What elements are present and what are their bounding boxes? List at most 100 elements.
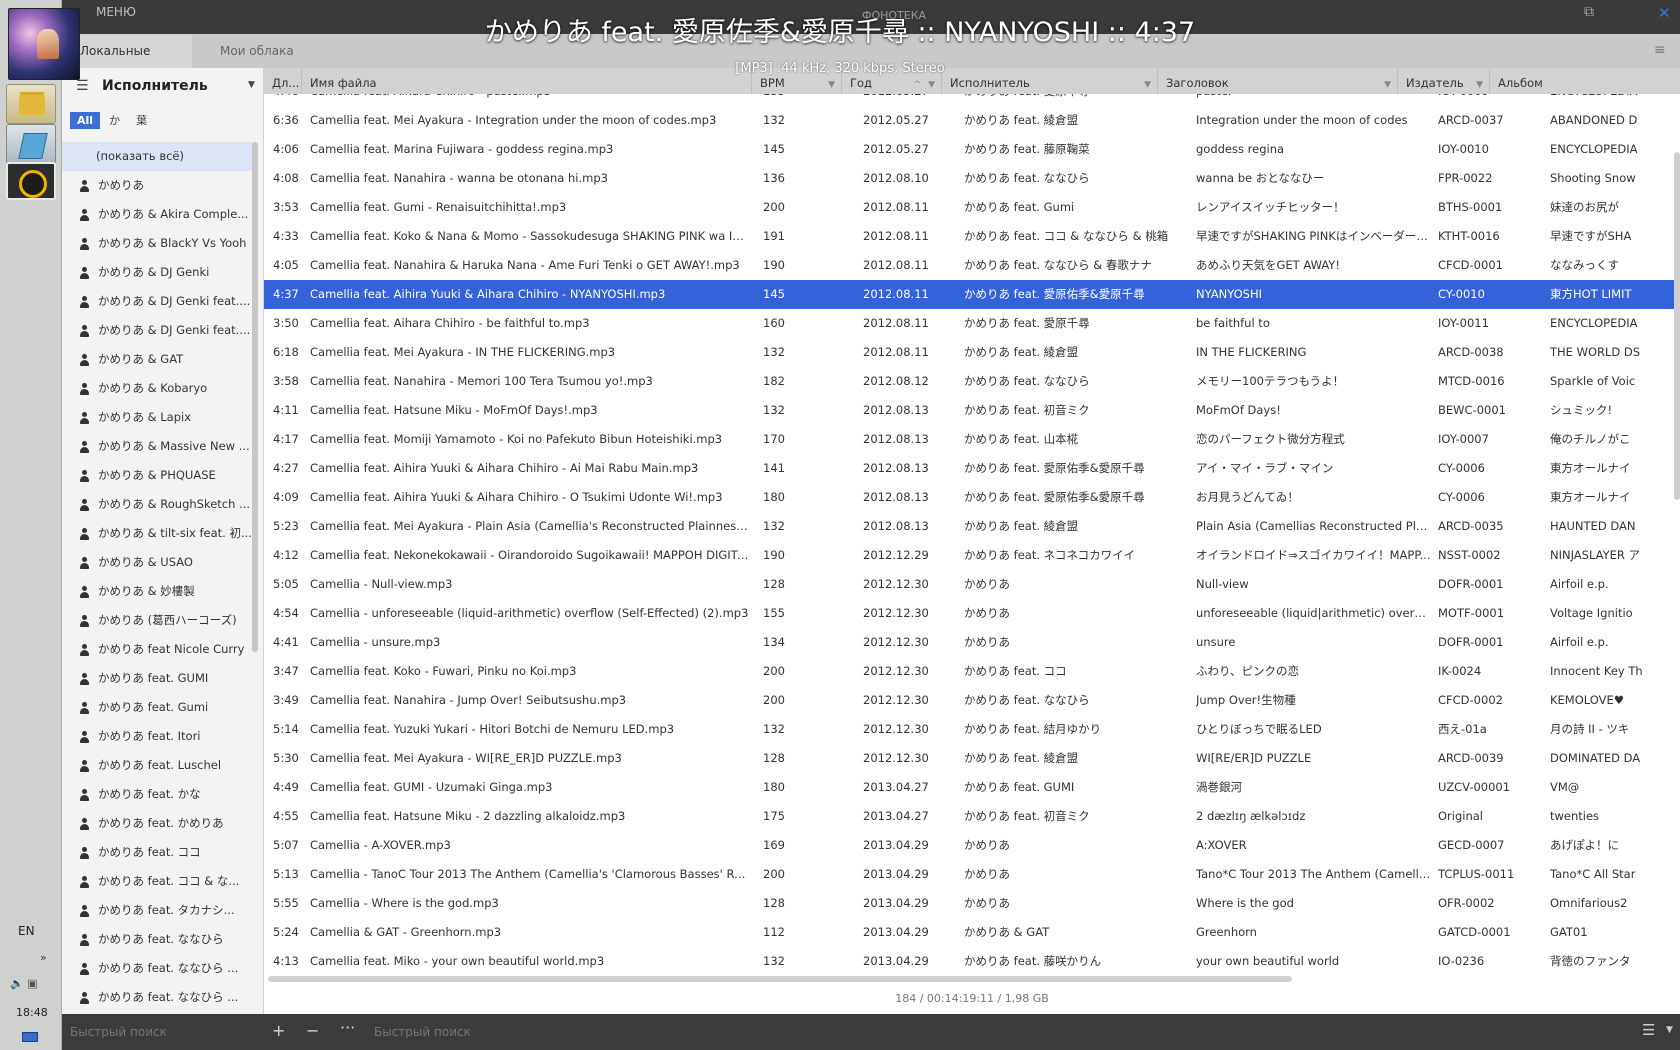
chevron-down-icon[interactable]: ▼	[248, 80, 255, 90]
table-row[interactable]: 3:47 Camellia feat. Koko - Fuwari, Pinku …	[264, 657, 1680, 686]
cell-album: Omnifarious2	[1550, 896, 1628, 910]
artist-item-show-all[interactable]: (показать всё)	[62, 142, 256, 171]
table-row[interactable]: 4:46Camellia feat. Aihara Chihiro - past…	[264, 94, 1680, 106]
group-menu-icon[interactable]: ☰	[76, 78, 89, 94]
artist-item[interactable]: かめりあ & GAT	[62, 345, 256, 374]
table-row[interactable]: 5:14 Camellia feat. Yuzuki Yukari - Hitor…	[264, 715, 1680, 744]
table-row[interactable]: 5:55 Camellia - Where is the god.mp3 128 20…	[264, 889, 1680, 918]
filter-ha[interactable]: 葉	[129, 112, 154, 129]
track-quick-search-input[interactable]	[374, 1022, 774, 1042]
cell-artist: かめりあ feat. 初音ミク	[964, 403, 1090, 417]
cell-artist: かめりあ feat. ななひら	[964, 171, 1090, 185]
table-row[interactable]: 4:41 Camellia - unsure.mp3 134 2012.12.30 かめ…	[264, 628, 1680, 657]
artist-item[interactable]: かめりあ feat. タカナシ...	[62, 896, 256, 925]
view-menu-icon[interactable]: ☰	[1642, 1021, 1655, 1039]
artist-item[interactable]: かめりあ (葛西ハーコーズ)	[62, 606, 256, 635]
table-row[interactable]: 5:13 Camellia - TanoC Tour 2013 The Anthe…	[264, 860, 1680, 889]
artist-item-label: かめりあ & USAO	[98, 555, 193, 569]
cell-bpm: 160	[763, 316, 785, 330]
cell-year: 2012.08.11	[863, 258, 929, 272]
table-row[interactable]: 4:13 Camellia feat. Miko - your own beaut…	[264, 947, 1680, 970]
table-row[interactable]: 5:30 Camellia feat. Mei Ayakura - WI[RE_E…	[264, 744, 1680, 773]
aimp-player-icon[interactable]	[6, 162, 56, 200]
artist-item[interactable]: かめりあ & Akira Comple...	[62, 200, 256, 229]
table-row[interactable]: 3:58 Camellia feat. Nanahira - Memori 100…	[264, 367, 1680, 396]
cell-year: 2012.08.13	[863, 461, 929, 475]
artist-item[interactable]: かめりあ & tilt-six feat. 初...	[62, 519, 256, 548]
table-row[interactable]: 4:11 Camellia feat. Hatsune Miku - MoFmOf…	[264, 396, 1680, 425]
artist-item[interactable]: かめりあ & BlackY Vs Yooh	[62, 229, 256, 258]
cell-bpm: 145	[763, 287, 785, 301]
artist-item[interactable]: かめりあ & Kobaryo	[62, 374, 256, 403]
artist-item[interactable]: かめりあ feat. ななひら ...	[62, 983, 256, 1012]
artist-item[interactable]: かめりあ & DJ Genki feat....	[62, 316, 256, 345]
artist-item[interactable]: かめりあ feat. ななひら	[62, 925, 256, 954]
file-manager-icon[interactable]	[6, 84, 56, 124]
cell-publisher: KTHT-0016	[1438, 229, 1500, 243]
table-row[interactable]: 5:05 Camellia - Null-view.mp3 128 2012.12.3…	[264, 570, 1680, 599]
filter-ka[interactable]: か	[102, 112, 127, 129]
table-row[interactable]: 4:12 Camellia feat. Nekonekokawaii - Oira…	[264, 541, 1680, 570]
cell-filename: Camellia feat. Aihira Yuuki & Aihara Chi…	[310, 287, 666, 301]
artist-item[interactable]: かめりあ & Massive New ...	[62, 432, 256, 461]
cell-title: unforeseeable (liquid|arithmetic) overfl…	[1196, 606, 1432, 620]
group-quick-search-input[interactable]	[70, 1022, 246, 1042]
artist-item[interactable]: かめりあ & DJ Genki	[62, 258, 256, 287]
table-row[interactable]: 4:33 Camellia feat. Koko & Nana & Momo - …	[264, 222, 1680, 251]
artist-item[interactable]: かめりあ & PHQUASE	[62, 461, 256, 490]
table-vertical-scrollbar[interactable]	[1674, 152, 1680, 500]
artist-item[interactable]: かめりあ & 妙樓製	[62, 577, 256, 606]
artist-item[interactable]: かめりあ & USAO	[62, 548, 256, 577]
artist-item[interactable]: かめりあ feat. Itori	[62, 722, 256, 751]
table-row[interactable]: 4:06 Camellia feat. Marina Fujiwara - god…	[264, 135, 1680, 164]
cell-publisher: ARCD-0038	[1438, 345, 1504, 359]
table-row[interactable]: 4:27 Camellia feat. Aihira Yuuki & Aihara…	[264, 454, 1680, 483]
notebook-app-icon[interactable]	[6, 124, 56, 164]
table-horizontal-scrollbar[interactable]	[268, 976, 1292, 982]
keyboard-language-indicator[interactable]: EN	[18, 924, 35, 938]
table-row[interactable]: 3:49 Camellia feat. Nanahira - Jump Over!…	[264, 686, 1680, 715]
table-row[interactable]: 5:23 Camellia feat. Mei Ayakura - Plain A…	[264, 512, 1680, 541]
artist-item[interactable]: かめりあ feat. ココ	[62, 838, 256, 867]
table-row[interactable]: 4:17 Camellia feat. Momiji Yamamoto - Koi…	[264, 425, 1680, 454]
more-options-button[interactable]: ···	[340, 1018, 355, 1037]
artist-item[interactable]: かめりあ feat. かな	[62, 780, 256, 809]
cell-artist: かめりあ feat. ココ	[964, 664, 1067, 678]
artist-item[interactable]: かめりあ & DJ Genki feat....	[62, 287, 256, 316]
tray-expand-chevron-icon[interactable]: »	[40, 951, 47, 964]
add-files-button[interactable]: +	[272, 1021, 285, 1040]
table-row[interactable]: 4:54 Camellia - unforeseeable (liquid-ari…	[264, 599, 1680, 628]
artist-item[interactable]: かめりあ & RoughSketch ...	[62, 490, 256, 519]
table-row[interactable]: 3:50 Camellia feat. Aihara Chihiro - be f…	[264, 309, 1680, 338]
table-row[interactable]: 5:24 Camellia & GAT - Greenhorn.mp3 112 201…	[264, 918, 1680, 947]
volume-network-tray-icons[interactable]: 🔈 ▣	[10, 977, 50, 991]
table-row[interactable]: 3:53 Camellia feat. Gumi - Renaisuitchihi…	[264, 193, 1680, 222]
artist-item[interactable]: かめりあ feat. GUMI	[62, 664, 256, 693]
artist-item[interactable]: かめりあ feat Nicole Curry	[62, 635, 256, 664]
artist-item[interactable]: かめりあ & Lapix	[62, 403, 256, 432]
table-row-selected[interactable]: 4:37 Camellia feat. Aihira Yuuki & Aihara…	[264, 280, 1680, 309]
cell-album: ななみっくす	[1550, 258, 1619, 272]
table-row[interactable]: 4:49 Camellia feat. GUMI - Uzumaki Ginga.…	[264, 773, 1680, 802]
artist-list-scrollbar[interactable]	[252, 142, 258, 652]
table-row[interactable]: 4:08 Camellia feat. Nanahira - wanna be o…	[264, 164, 1680, 193]
table-row[interactable]: 4:09 Camellia feat. Aihira Yuuki & Aihara…	[264, 483, 1680, 512]
artist-item[interactable]: かめりあ feat. Gumi	[62, 693, 256, 722]
filter-all[interactable]: All	[70, 112, 101, 129]
table-row[interactable]: 6:36 Camellia feat. Mei Ayakura - Integra…	[264, 106, 1680, 135]
table-row[interactable]: 5:07 Camellia - A-XOVER.mp3 169 2013.04.29 か…	[264, 831, 1680, 860]
system-clock[interactable]: 18:48	[16, 1006, 48, 1019]
table-row[interactable]: 4:05 Camellia feat. Nanahira & Haruka Nan…	[264, 251, 1680, 280]
artist-item[interactable]: かめりあ feat. Luschel	[62, 751, 256, 780]
cell-title: unsure	[1196, 635, 1236, 649]
show-desktop-icon[interactable]	[22, 1032, 38, 1042]
table-row[interactable]: 4:55 Camellia feat. Hatsune Miku - 2 dazz…	[264, 802, 1680, 831]
artist-item[interactable]: かめりあ feat. ななひら ...	[62, 954, 256, 983]
chevron-down-icon[interactable]: ▼	[1666, 1025, 1673, 1035]
remove-files-button[interactable]: −	[306, 1021, 319, 1040]
artist-item[interactable]: かめりあ	[62, 171, 256, 200]
artist-item[interactable]: かめりあ feat. かめりあ	[62, 809, 256, 838]
cell-duration: 4:49	[273, 780, 299, 794]
table-row[interactable]: 6:18 Camellia feat. Mei Ayakura - IN THE …	[264, 338, 1680, 367]
artist-item[interactable]: かめりあ feat. ココ & な...	[62, 867, 256, 896]
